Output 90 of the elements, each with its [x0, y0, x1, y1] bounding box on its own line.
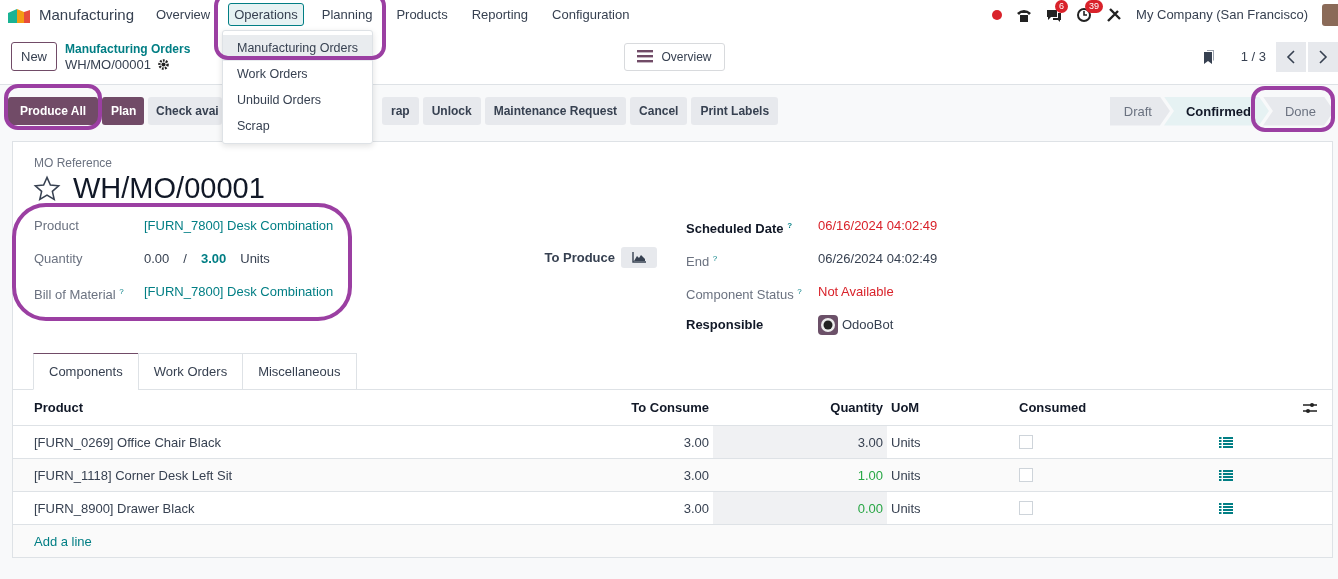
- action-button[interactable]: Unlock: [422, 97, 481, 125]
- column-header[interactable]: Product: [13, 390, 559, 426]
- table-cell: [FURN_0269] Office Chair Black: [13, 425, 559, 459]
- menu-item[interactable]: Reporting: [465, 3, 535, 26]
- menu-icon: [637, 50, 654, 63]
- details-list-icon[interactable]: [1219, 469, 1233, 481]
- help-icon[interactable]: ?: [119, 287, 124, 296]
- record-name: WH/MO/00001: [65, 56, 151, 72]
- field-label: Bill of Material: [34, 287, 116, 303]
- component-status: Not Available: [818, 283, 895, 301]
- bom-link[interactable]: [FURN_7800] Desk Combination: [144, 275, 514, 308]
- breadcrumb-link[interactable]: Manufacturing Orders: [65, 41, 191, 56]
- app-name[interactable]: Manufacturing: [39, 6, 150, 23]
- field-label: End: [686, 254, 710, 270]
- quantity-field[interactable]: 3.00: [200, 242, 227, 275]
- end-date[interactable]: 06/26/2024 04:02:49: [818, 242, 1332, 275]
- add-line-link[interactable]: Add a line: [34, 533, 92, 549]
- action-button[interactable]: Check avai: [148, 97, 222, 125]
- table-cell: [FURN_8900] Drawer Black: [13, 491, 559, 525]
- details-list-icon[interactable]: [1219, 436, 1233, 448]
- field-label: Quantity: [34, 250, 84, 268]
- status-stage[interactable]: Confirmed: [1163, 96, 1269, 126]
- menu-item[interactable]: Planning: [315, 3, 379, 26]
- messages-badge: 6: [1055, 0, 1069, 13]
- column-header[interactable]: Consumed: [1015, 390, 1237, 426]
- field-label: MO Reference: [33, 156, 114, 170]
- table-cell: Units: [887, 425, 1015, 459]
- action-button[interactable]: rap: [382, 97, 419, 125]
- status-stage[interactable]: Draft: [1109, 96, 1170, 126]
- responsible-user[interactable]: OdooBot: [842, 308, 894, 341]
- help-icon[interactable]: ?: [797, 287, 802, 296]
- app-logo-icon[interactable]: [8, 6, 32, 23]
- activities-badge: 39: [1085, 0, 1104, 13]
- bot-avatar: [818, 314, 838, 335]
- produced-quantity: 0.00: [144, 250, 170, 268]
- previous-button[interactable]: [1276, 41, 1306, 72]
- checkbox[interactable]: [1019, 435, 1033, 449]
- action-button[interactable]: Print Labels: [691, 97, 779, 125]
- table-cell: 3.00: [559, 458, 713, 492]
- tab[interactable]: Components: [33, 353, 139, 390]
- chart-icon: [631, 252, 647, 263]
- table-cell: Units: [887, 491, 1015, 525]
- forecast-button[interactable]: [621, 247, 657, 268]
- new-button[interactable]: New: [11, 42, 57, 71]
- menu-item[interactable]: Configuration: [546, 3, 636, 26]
- details-list-icon[interactable]: [1219, 502, 1233, 514]
- help-icon[interactable]: ?: [712, 254, 718, 263]
- column-header[interactable]: Quantity: [713, 390, 887, 426]
- tab[interactable]: Miscellaneous: [242, 353, 357, 390]
- chevron-left-icon: [1286, 49, 1296, 64]
- quantity-separator: /: [183, 250, 187, 268]
- table-cell: Units: [887, 458, 1015, 492]
- pager-value: 1 / 3: [1240, 49, 1266, 64]
- checkbox[interactable]: [1019, 501, 1033, 515]
- table-cell: [FURN_1118] Corner Desk Left Sit: [13, 458, 559, 492]
- dropdown-item[interactable]: Work Orders: [223, 61, 372, 87]
- product-link[interactable]: [FURN_7800] Desk Combination: [144, 209, 514, 242]
- record-title: WH/MO/00001: [73, 172, 265, 205]
- action-button[interactable]: Produce All: [8, 97, 98, 125]
- checkbox[interactable]: [1019, 468, 1033, 482]
- table-cell[interactable]: 3.00: [713, 425, 887, 459]
- chevron-right-icon: [1318, 49, 1328, 64]
- gear-icon: [157, 57, 170, 71]
- action-button[interactable]: Cancel: [630, 97, 688, 125]
- scheduled-date[interactable]: 06/16/2024 04:02:49: [818, 209, 1332, 242]
- field-label: Component Status: [686, 287, 794, 303]
- column-header[interactable]: UoM: [887, 390, 1015, 426]
- menu-item[interactable]: Overview: [150, 3, 217, 26]
- menu-item[interactable]: Operations: [228, 3, 304, 26]
- field-label: To Produce: [544, 250, 615, 265]
- column-header[interactable]: To Consume: [559, 390, 713, 426]
- field-label: Scheduled Date: [686, 221, 784, 237]
- dropdown-item[interactable]: Unbuild Orders: [223, 87, 372, 113]
- dropdown-item[interactable]: Scrap: [223, 113, 372, 139]
- status-dot[interactable]: [992, 9, 1003, 20]
- user-avatar[interactable]: [1322, 3, 1338, 26]
- field-label: Responsible: [686, 316, 765, 334]
- action-button[interactable]: Maintenance Request: [484, 97, 627, 125]
- action-button[interactable]: Plan: [102, 97, 144, 125]
- company-switcher[interactable]: My Company (San Francisco): [1136, 7, 1308, 22]
- field-label: Product: [34, 217, 80, 235]
- overview-button[interactable]: Overview: [624, 42, 725, 71]
- column-settings-icon[interactable]: [1303, 401, 1317, 414]
- tab[interactable]: Work Orders: [137, 353, 244, 390]
- star-icon[interactable]: [33, 174, 61, 203]
- status-stage[interactable]: Done: [1262, 96, 1334, 126]
- next-button[interactable]: [1308, 41, 1338, 72]
- help-icon[interactable]: ?: [787, 221, 793, 230]
- menu-item[interactable]: Products: [390, 3, 454, 26]
- quantity-unit: Units: [240, 250, 270, 268]
